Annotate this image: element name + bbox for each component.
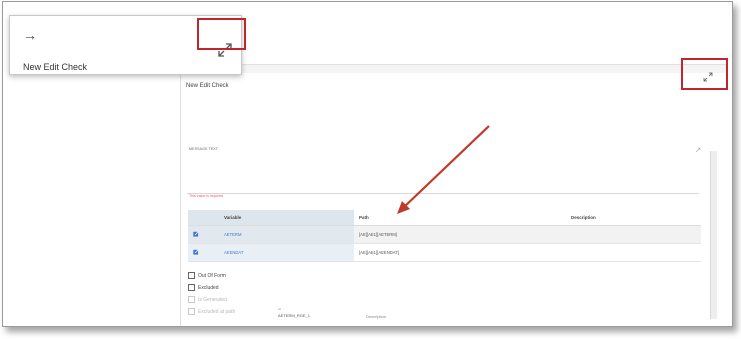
zoomed-dialog-title: New Edit Check — [23, 62, 88, 72]
header-description: Description — [566, 210, 701, 226]
variable-cell[interactable]: AEENDAT — [219, 243, 354, 262]
table-row[interactable]: AEENDAT [AE][AE1][AEENDAT] — [188, 243, 701, 262]
message-text-field[interactable] — [187, 193, 699, 194]
header-path: Path — [354, 210, 566, 226]
header-edit — [188, 210, 219, 226]
checkbox-is-generated: Is Generated — [188, 295, 227, 304]
edit-cell[interactable] — [188, 225, 219, 244]
screenshot-frame: New Edit Check MESSAGE TEXT This value i… — [2, 1, 733, 327]
dialog-top-strip — [181, 65, 726, 73]
dialog-scrollbar[interactable] — [710, 151, 717, 319]
table-header-row: Variable Path Description — [188, 210, 701, 226]
variable-cell[interactable]: AETERM — [219, 225, 354, 244]
id-label: Id — [278, 307, 281, 311]
checkbox-excluded[interactable]: Excluded — [188, 283, 219, 292]
description-cell — [566, 243, 701, 262]
edit-icon[interactable] — [193, 249, 199, 255]
checkbox-box — [188, 296, 195, 303]
table-row[interactable]: AETERM [AE][AE1][AETERM] — [188, 225, 701, 244]
highlight-box-dialog-expand — [681, 58, 728, 90]
id-value[interactable]: AETERM_RGE_1 — [278, 313, 310, 318]
checkbox-box[interactable] — [188, 284, 195, 291]
edit-icon[interactable] — [193, 231, 199, 237]
edit-check-dialog: New Edit Check MESSAGE TEXT This value i… — [180, 64, 726, 326]
checkbox-label: Excluded at path — [198, 308, 236, 315]
dialog-title: New Edit Check — [186, 83, 229, 89]
checkbox-box — [188, 308, 195, 315]
description-cell — [566, 225, 701, 244]
message-expand-icon[interactable] — [695, 147, 701, 153]
edit-cell[interactable] — [188, 243, 219, 262]
variables-table: Variable Path Description AETERM [AE][AE… — [188, 210, 701, 262]
header-variable: Variable — [219, 210, 354, 226]
variable-link[interactable]: AEENDAT — [224, 250, 243, 255]
path-cell: [AE][AE1][AETERM] — [354, 225, 566, 244]
checkbox-label: Out Of Form — [198, 272, 226, 279]
checkbox-out-of-form[interactable]: Out Of Form — [188, 271, 226, 280]
highlight-box-zoomed-expand — [197, 18, 246, 50]
checkbox-excluded-at-path: Excluded at path — [188, 307, 235, 316]
description-field-label[interactable]: Description — [366, 314, 386, 319]
checkbox-label: Is Generated — [198, 296, 227, 303]
variable-link[interactable]: AETERM — [224, 232, 241, 237]
required-error: This value is required — [189, 194, 224, 198]
checkbox-label: Excluded — [198, 284, 219, 291]
back-arrow-icon[interactable]: → — [23, 28, 37, 42]
message-text-label: MESSAGE TEXT — [189, 147, 219, 151]
checkbox-box[interactable] — [188, 272, 195, 279]
path-cell: [AE][AE1][AEENDAT] — [354, 243, 566, 262]
